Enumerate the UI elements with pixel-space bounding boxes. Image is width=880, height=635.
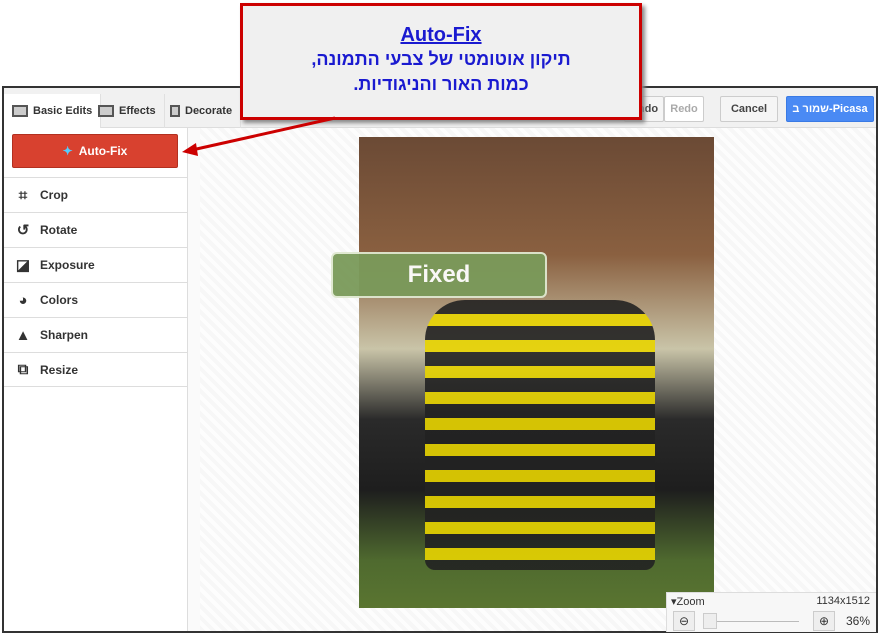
annotation-arrow [182, 116, 336, 156]
